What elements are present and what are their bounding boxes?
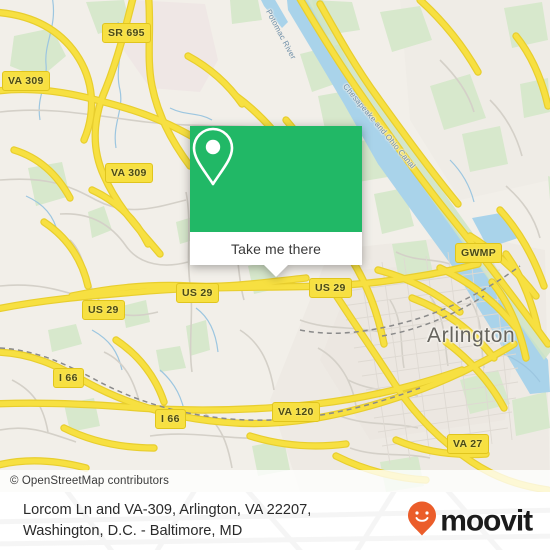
road-shield: US 29 [176, 283, 219, 303]
footer-bar: Lorcom Ln and VA-309, Arlington, VA 2220… [0, 492, 550, 550]
road-shield: US 29 [82, 300, 125, 320]
place-label-arlington: Arlington [427, 324, 516, 347]
map-screenshot: SR 695 VA 309 VA 309 US 29 US 29 US 29 G… [0, 0, 550, 550]
road-shield: VA 309 [2, 71, 50, 91]
location-title-line1: Lorcom Ln and VA-309, Arlington, VA 2220… [23, 502, 312, 518]
location-popup-card[interactable]: Take me there [190, 126, 362, 277]
popup-pointer-tail [264, 265, 288, 277]
location-title: Lorcom Ln and VA-309, Arlington, VA 2220… [0, 500, 400, 542]
moovit-wordmark: moovit [440, 504, 533, 537]
map-canvas[interactable]: SR 695 VA 309 VA 309 US 29 US 29 US 29 G… [0, 0, 550, 492]
location-title-line2: Washington, D.C. - Baltimore, MD [23, 523, 243, 539]
moovit-smiley-pin-icon [407, 501, 437, 542]
take-me-there-button[interactable]: Take me there [190, 232, 362, 265]
road-shield: VA 120 [272, 402, 320, 422]
osm-attribution[interactable]: © OpenStreetMap contributors [0, 470, 550, 492]
road-shield: VA 309 [105, 163, 153, 183]
road-shield: GWMP [455, 243, 503, 263]
road-shield: VA 27 [447, 434, 489, 454]
road-shield: I 66 [155, 409, 186, 429]
moovit-logo[interactable]: moovit [407, 501, 533, 542]
road-shield: US 29 [309, 278, 352, 298]
road-shield: I 66 [53, 368, 84, 388]
road-shield: SR 695 [102, 23, 151, 43]
popup-pin-area [190, 126, 362, 232]
